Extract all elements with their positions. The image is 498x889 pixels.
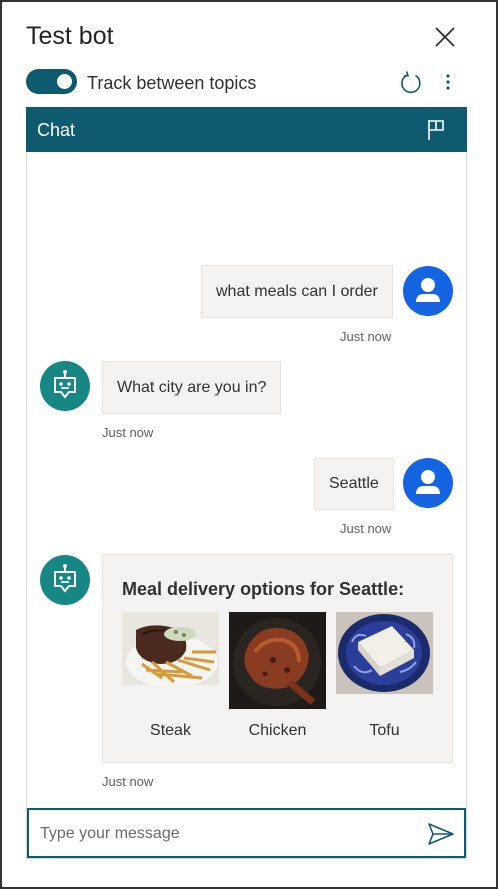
message-composer xyxy=(27,808,466,858)
chicken-image[interactable] xyxy=(229,612,326,709)
meal-label-steak: Steak xyxy=(150,722,191,739)
message-timestamp: Just now xyxy=(340,521,392,536)
user-icon xyxy=(416,470,440,494)
meal-label-chicken: Chicken xyxy=(248,722,307,739)
user-avatar xyxy=(403,458,453,508)
user-icon xyxy=(416,278,440,302)
send-icon[interactable] xyxy=(427,822,455,846)
track-topics-label: Track between topics xyxy=(87,73,257,93)
card-title: Meal delivery options for Seattle: xyxy=(122,579,405,599)
bot-avatar xyxy=(40,555,90,605)
bot-icon xyxy=(54,370,76,399)
meal-label-tofu: Tofu xyxy=(369,722,400,739)
track-topics-toggle[interactable] xyxy=(26,69,77,94)
message-timestamp: Just now xyxy=(102,774,154,789)
more-options-icon[interactable] xyxy=(439,70,457,96)
user-message-bubble: what meals can I order xyxy=(201,265,393,318)
close-icon[interactable] xyxy=(432,24,458,50)
bot-icon xyxy=(54,564,76,593)
toggle-knob xyxy=(57,74,72,89)
steak-image[interactable] xyxy=(122,612,219,685)
chat-header: Chat xyxy=(26,107,467,152)
refresh-icon[interactable] xyxy=(398,70,424,96)
flag-icon[interactable] xyxy=(426,119,446,141)
message-timestamp: Just now xyxy=(340,329,392,344)
user-avatar xyxy=(403,266,453,316)
message-timestamp: Just now xyxy=(102,425,154,440)
tofu-image[interactable] xyxy=(336,612,433,694)
bot-avatar xyxy=(40,361,90,411)
pane-title: Test bot xyxy=(26,22,114,50)
message-input[interactable] xyxy=(40,822,410,846)
bot-message-bubble: What city are you in? xyxy=(102,361,282,414)
user-message-bubble: Seattle xyxy=(314,458,394,510)
chat-header-label: Chat xyxy=(37,120,76,140)
meal-options-card: Meal delivery options for Seattle: Steak… xyxy=(102,554,453,763)
